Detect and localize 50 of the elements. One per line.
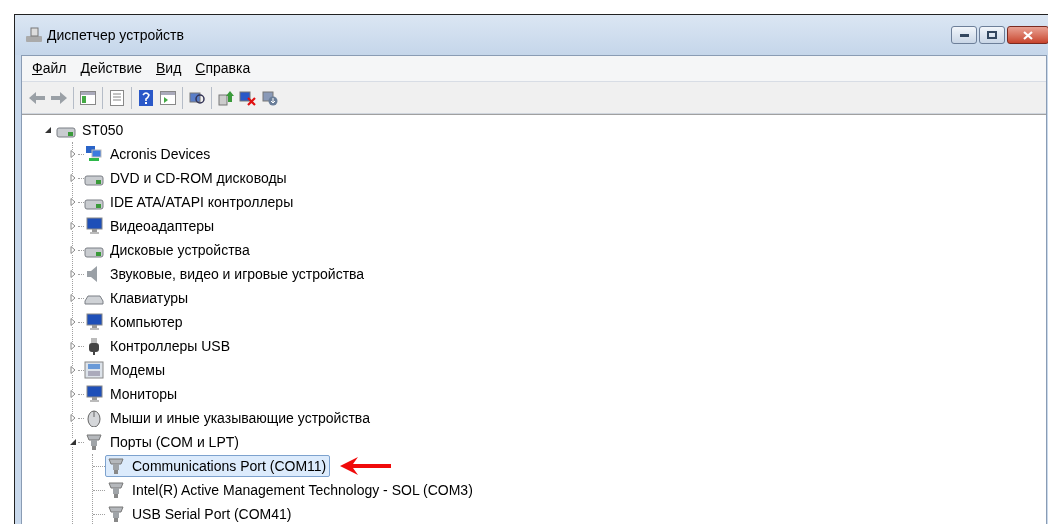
tree-item[interactable]: Видеоадаптеры — [110, 215, 215, 237]
monitor-icon — [84, 385, 104, 403]
tree-item[interactable]: Модемы — [110, 359, 165, 381]
collapsed-arrow-icon[interactable] — [69, 222, 77, 230]
tree-item[interactable]: DVD и CD-ROM дисководы — [110, 167, 287, 189]
collapsed-arrow-icon[interactable] — [69, 174, 77, 182]
expanded-arrow-icon[interactable] — [44, 126, 52, 134]
collapsed-arrow-icon[interactable] — [69, 150, 77, 158]
tree-item[interactable]: IDE ATA/ATAPI контроллеры — [110, 191, 294, 213]
menu-item[interactable]: Файл — [26, 58, 73, 79]
monitor-icon — [84, 217, 104, 235]
window-title: Диспетчер устройств — [47, 25, 184, 45]
mouse-icon — [84, 409, 104, 427]
menu-item[interactable]: Действие — [74, 58, 148, 79]
tree-item[interactable]: Клавиатуры — [110, 287, 189, 309]
tree-item[interactable]: Communications Port (COM11) — [105, 455, 331, 477]
tree-item[interactable]: Intel(R) Active Management Technology - SOL (COM3) — [105, 479, 477, 501]
collapsed-arrow-icon[interactable] — [69, 414, 77, 422]
tree-item[interactable]: Мониторы — [110, 383, 178, 405]
tree-item[interactable]: Acronis Devices — [110, 143, 211, 165]
computer-icon — [25, 27, 43, 43]
close-icon — [1023, 30, 1033, 40]
tree-item[interactable]: Мыши и иные указывающие устройства — [110, 407, 370, 429]
port-icon — [84, 433, 104, 451]
network-icon — [84, 145, 104, 163]
menu-item[interactable]: Вид — [150, 58, 188, 79]
close-button[interactable] — [1007, 26, 1048, 44]
tree-item[interactable]: Звуковые, видео и игровые устройства — [110, 263, 365, 285]
tree-item[interactable]: Порты (COM и LPT) — [110, 431, 239, 453]
monitor-icon — [84, 313, 104, 331]
port-icon — [106, 457, 126, 475]
tree-item[interactable]: ST050 — [82, 119, 124, 141]
collapsed-arrow-icon[interactable] — [69, 390, 77, 398]
maximize-button[interactable] — [979, 26, 1005, 44]
tree-item[interactable]: Дисковые устройства — [110, 239, 250, 261]
tree-item[interactable]: Компьютер — [110, 311, 183, 333]
collapsed-arrow-icon[interactable] — [69, 270, 77, 278]
port-icon — [106, 481, 126, 499]
collapsed-arrow-icon[interactable] — [69, 342, 77, 350]
collapsed-arrow-icon[interactable] — [69, 198, 77, 206]
collapsed-arrow-icon[interactable] — [69, 246, 77, 254]
tree-item[interactable]: Контроллеры USB — [110, 335, 230, 357]
collapsed-arrow-icon[interactable] — [69, 294, 77, 302]
menu-item[interactable]: Справка — [189, 58, 257, 79]
minimize-button[interactable] — [951, 26, 977, 44]
expanded-arrow-icon[interactable] — [69, 438, 77, 446]
modem-icon — [84, 361, 104, 379]
tree-item[interactable]: USB Serial Port (COM41) — [105, 503, 296, 524]
collapsed-arrow-icon[interactable] — [69, 366, 77, 374]
collapsed-arrow-icon[interactable] — [69, 318, 77, 326]
